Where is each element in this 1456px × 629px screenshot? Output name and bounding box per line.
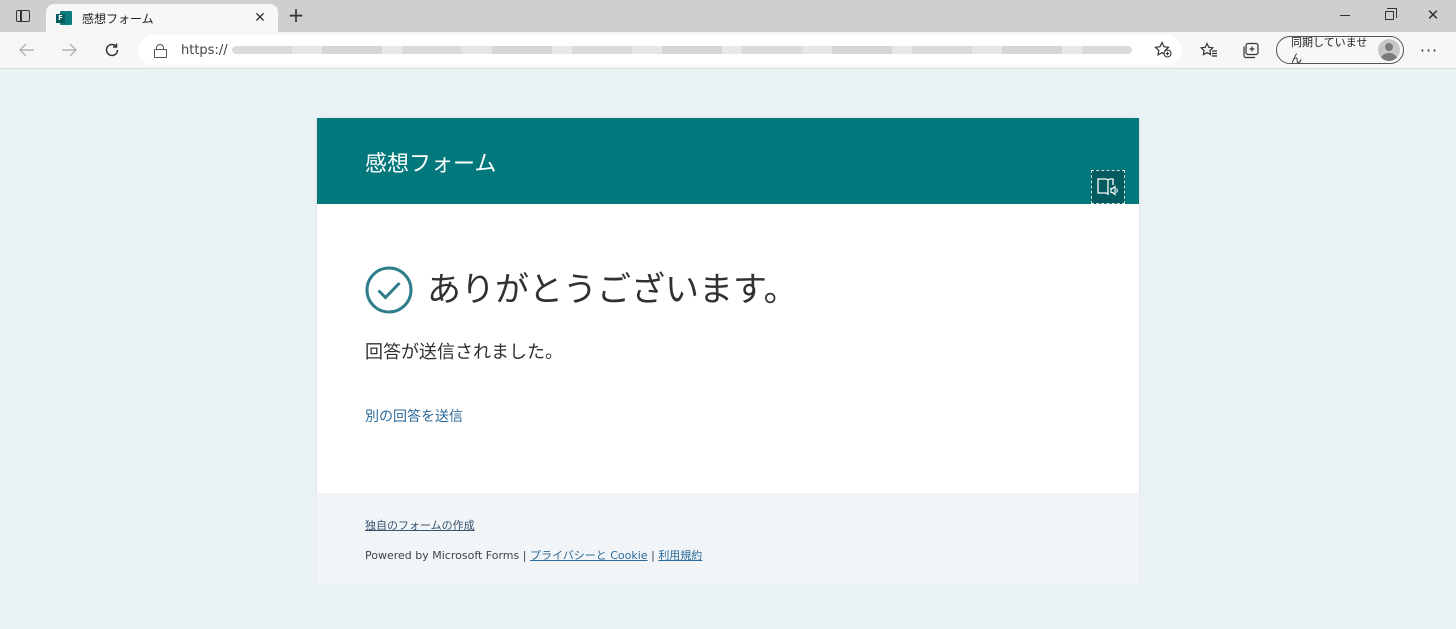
collections-icon[interactable] (1236, 36, 1266, 64)
form-card: 感想フォーム ありがとうございます。 回答が送信されました。 別の回答を送信 (317, 118, 1139, 493)
lock-icon[interactable] (154, 44, 167, 58)
minimize-button[interactable] (1322, 0, 1368, 30)
reload-button[interactable] (97, 36, 127, 64)
immersive-reader-icon (1097, 178, 1118, 196)
form-title: 感想フォーム (365, 152, 497, 177)
tab-title: 感想フォーム (82, 11, 154, 26)
browser-tab[interactable]: F 感想フォーム ✕ (46, 4, 278, 32)
submit-another-response-link[interactable]: 別の回答を送信 (365, 406, 463, 426)
footer-separator: | (651, 549, 655, 562)
favorites-icon[interactable] (1194, 36, 1224, 64)
back-button[interactable] (12, 36, 42, 64)
thanks-heading: ありがとうございます。 (427, 270, 798, 310)
submission-message: 回答が送信されました。 (365, 342, 563, 363)
terms-link[interactable]: 利用規約 (658, 549, 702, 562)
window-close-button[interactable]: ✕ (1410, 0, 1456, 30)
footer-legal: Powered by Microsoft Forms | プライバシーと Coo… (365, 547, 702, 563)
forward-button[interactable] (54, 36, 84, 64)
reload-icon (105, 43, 119, 57)
more-menu-button[interactable]: ··· (1414, 36, 1444, 64)
immersive-reader-button[interactable] (1091, 170, 1125, 204)
address-toolbar: https:// 同期していません ··· (0, 32, 1456, 69)
url-field[interactable]: https:// (138, 35, 1182, 65)
star-add-icon[interactable] (1154, 41, 1172, 62)
forms-favicon-icon: F (56, 11, 72, 25)
create-form-link[interactable]: 独自のフォームの作成 (365, 517, 475, 533)
form-header: 感想フォーム (317, 118, 1139, 204)
tab-close-icon[interactable]: ✕ (252, 10, 268, 26)
back-arrow-icon (19, 43, 34, 57)
footer-separator: | (522, 549, 527, 562)
new-tab-button[interactable]: + (284, 4, 308, 28)
privacy-link[interactable]: プライバシーと Cookie (530, 549, 648, 562)
tab-actions-icon[interactable] (8, 5, 38, 27)
powered-by-text: Powered by Microsoft Forms (365, 549, 520, 562)
tab-bar: F 感想フォーム ✕ + ✕ (0, 0, 1456, 32)
url-text: https:// (181, 42, 228, 58)
forward-arrow-icon (62, 43, 77, 57)
avatar (1378, 39, 1400, 61)
restore-button[interactable] (1366, 0, 1412, 30)
url-redacted (231, 46, 1132, 54)
profile-label: 同期していません (1291, 36, 1368, 65)
form-footer: 独自のフォームの作成 Powered by Microsoft Forms | … (317, 493, 1139, 585)
check-circle-icon (365, 266, 413, 314)
profile-button[interactable]: 同期していません (1276, 36, 1404, 65)
